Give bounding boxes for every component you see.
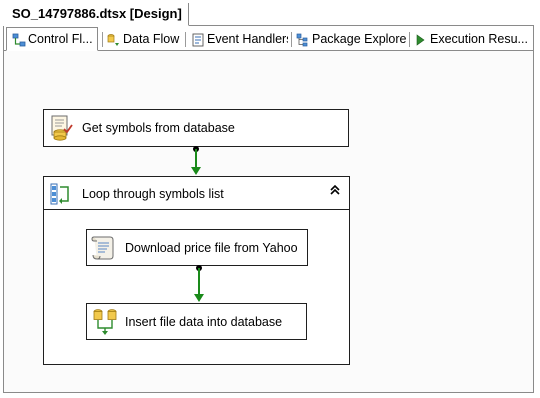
task-insert-file-data[interactable]: Insert file data into database [86,303,307,340]
control-flow-design-surface[interactable]: Get symbols from database Loop through s… [4,51,533,392]
execution-results-icon [414,33,428,47]
tab-control-flow-label: Control Fl... [28,32,93,46]
tab-execution-results-label: Execution Resu... [430,32,528,46]
tab-event-handlers[interactable]: Event Handlers [186,29,288,50]
collapse-chevron-icon[interactable] [327,184,343,200]
task-insert-file-data-label: Insert file data into database [125,314,283,329]
task-download-price-label: Download price file from Yahoo [125,240,298,255]
task-download-price[interactable]: Download price file from Yahoo [86,229,308,266]
document-tab-strip: SO_14797886.dtsx [Design] [3,3,534,26]
tab-data-flow[interactable]: Data Flow [102,29,180,50]
tab-data-flow-label: Data Flow [123,32,180,46]
tab-package-explorer[interactable]: Package Explorer [291,29,407,50]
designer-tab-strip: Control Fl... Data Flow Event Handlers P… [4,27,533,51]
script-task-icon [91,234,117,265]
data-flow-icon [107,33,121,47]
foreach-loop-icon [50,181,72,212]
execute-sql-task-icon [50,115,74,144]
task-get-symbols-label: Get symbols from database [82,121,235,135]
precedence-constraint-success-1[interactable] [190,146,202,176]
precedence-constraint-success-2[interactable] [193,265,205,303]
tab-execution-results[interactable]: Execution Resu... [409,29,529,50]
task-get-symbols[interactable]: Get symbols from database [43,109,349,147]
data-flow-task-icon [92,308,118,339]
event-handlers-icon [191,33,205,47]
foreach-loop-label: Loop through symbols list [82,187,224,201]
control-flow-icon [12,32,26,47]
document-tab[interactable]: SO_14797886.dtsx [Design] [3,3,189,26]
tab-event-handlers-label: Event Handlers [207,32,288,46]
tab-control-flow[interactable]: Control Fl... [6,27,98,51]
foreach-loop-header[interactable]: Loop through symbols list [44,177,349,210]
tab-package-explorer-label: Package Explorer [312,32,407,46]
package-explorer-icon [296,33,310,47]
